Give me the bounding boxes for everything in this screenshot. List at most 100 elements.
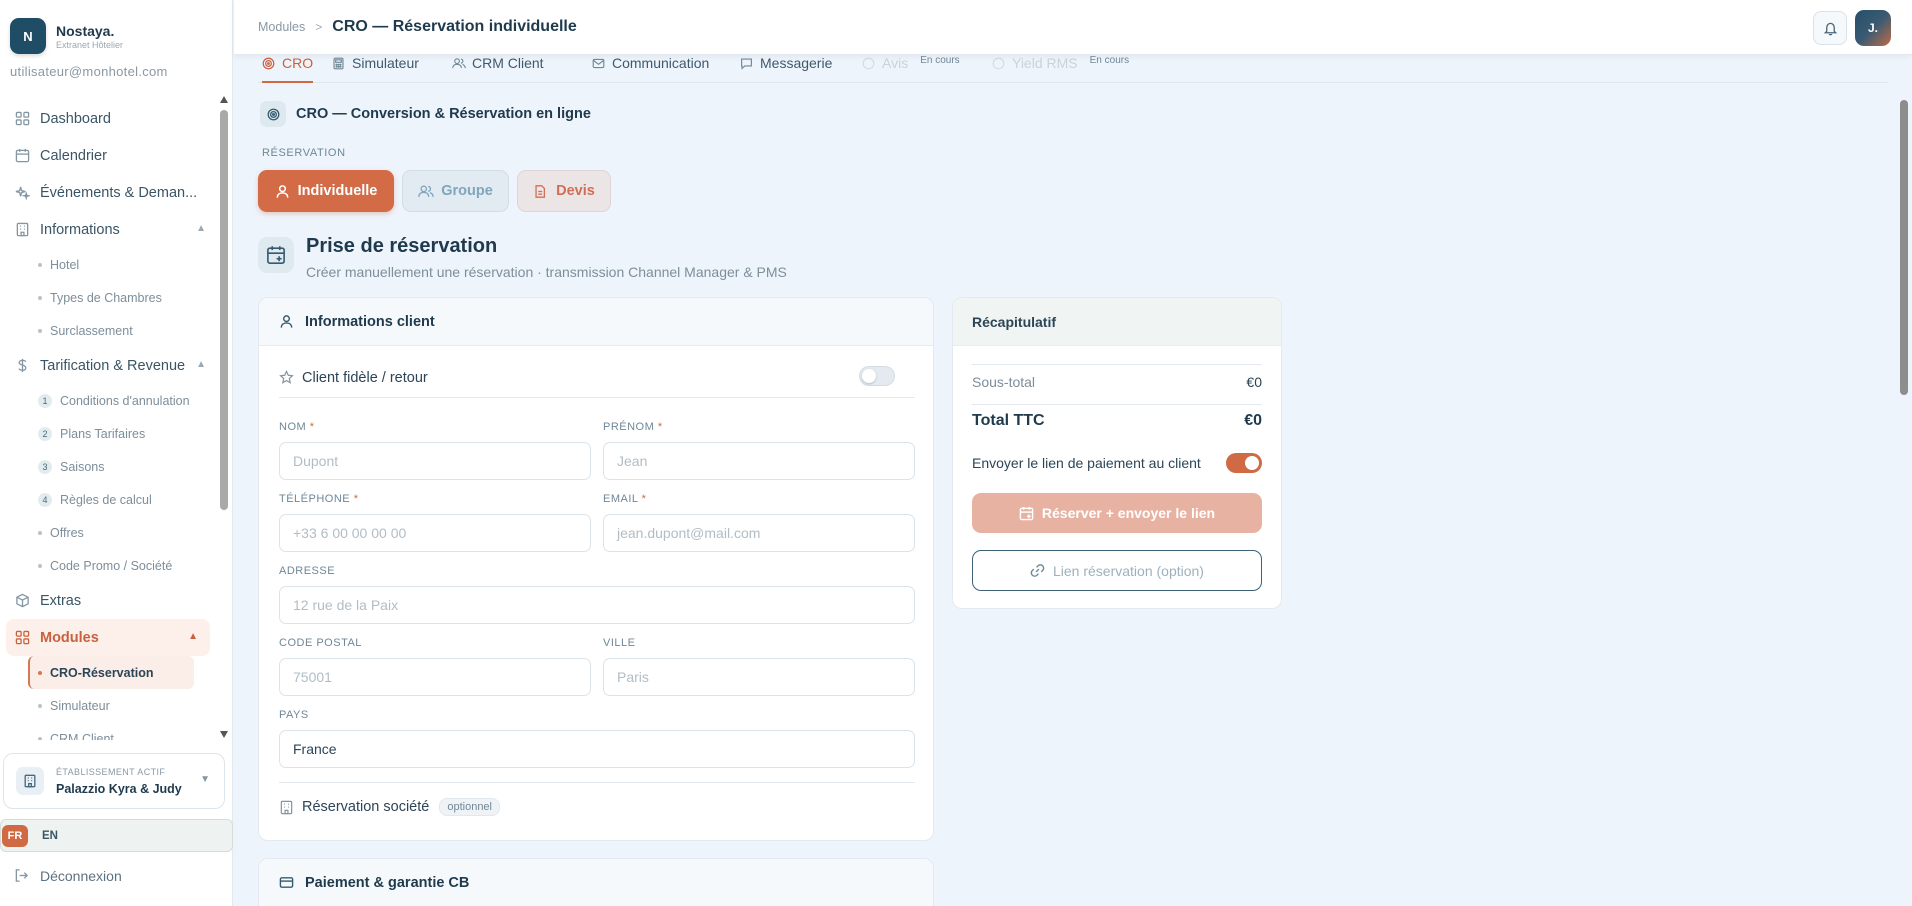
sidebar-subitem-simulateur[interactable]: Simulateur [0, 689, 218, 722]
tab-messagerie[interactable]: Messagerie [740, 55, 832, 83]
nom-input[interactable]: Dupont [279, 442, 591, 480]
logout-button[interactable]: Déconnexion [14, 868, 122, 884]
sidebar-subitem-code-promo[interactable]: Code Promo / Société [0, 549, 218, 582]
sidebar-item-dashboard[interactable]: Dashboard [0, 100, 218, 137]
language-fr-button[interactable]: FR [2, 824, 28, 847]
reservation-societe-row[interactable]: Réservation société optionnel [279, 798, 500, 816]
tab-label: Communication [612, 55, 710, 71]
sidebar-item-informations[interactable]: Informations ▲ [0, 211, 218, 248]
summary-card: Récapitulatif Sous-total €0 Total TTC €0… [952, 297, 1282, 609]
chevron-up-icon: ▲ [196, 359, 206, 370]
button-label: Devis [556, 183, 595, 199]
reservation-link-button[interactable]: Lien réservation (option) [972, 550, 1262, 591]
star-icon [862, 57, 876, 71]
user-avatar[interactable]: J. [1855, 10, 1891, 46]
send-link-row: Envoyer le lien de paiement au client [972, 453, 1262, 473]
reserve-send-link-button[interactable]: Réserver + envoyer le lien [972, 493, 1262, 533]
sidebar-subitem-label: Règles de calcul [60, 492, 152, 507]
sidebar-item-label: Tarification & Revenue [40, 357, 186, 374]
page-title: Prise de réservation [306, 235, 498, 257]
nom-label-text: NOM [279, 421, 307, 433]
payment-card: Paiement & garantie CB [258, 858, 934, 906]
brand-subtitle: Extranet Hôtelier [56, 39, 124, 50]
scroll-up-arrow-icon[interactable] [220, 96, 228, 103]
sidebar-item-label: Extras [40, 592, 82, 609]
tab-cro[interactable]: CRO [262, 55, 314, 83]
chat-icon [740, 57, 754, 71]
pays-label: PAYS [279, 709, 309, 721]
scroll-down-arrow-icon[interactable] [220, 731, 228, 738]
prenom-input[interactable]: Jean [603, 442, 915, 480]
reservation-devis-button[interactable]: Devis [517, 170, 611, 212]
main-scrollbar-thumb[interactable] [1900, 100, 1908, 395]
user-icon [275, 184, 290, 199]
client-fidele-toggle[interactable] [859, 366, 895, 386]
language-switcher: FR EN [0, 819, 233, 852]
button-label: Groupe [441, 183, 493, 199]
tab-label: Avis [882, 55, 909, 71]
telephone-label-text: TÉLÉPHONE [279, 493, 351, 505]
sidebar-subitem-crm-client[interactable]: CRM Client [0, 722, 218, 740]
sidebar-subitem-label: Surclassement [50, 323, 133, 338]
button-label: Individuelle [297, 183, 378, 199]
required-marker: * [641, 493, 647, 505]
notifications-button[interactable] [1813, 11, 1847, 45]
sidebar-subitem-label: Code Promo / Société [50, 558, 173, 573]
adresse-input[interactable]: 12 rue de la Paix [279, 586, 915, 624]
sidebar-subitem-types-chambres[interactable]: Types de Chambres [0, 281, 218, 314]
sidebar-subitem-saisons[interactable]: 3 Saisons [0, 450, 218, 483]
box-icon [14, 593, 30, 609]
users-icon [452, 57, 466, 71]
brand[interactable]: N Nostaya. Extranet Hôtelier [10, 18, 123, 54]
module-tabs: CRO Simulateur CRM Client Communication … [258, 55, 1888, 83]
sidebar-scrollbar[interactable] [219, 96, 229, 738]
reservation-individuelle-button[interactable]: Individuelle [258, 170, 394, 212]
user-email: utilisateur@monhotel.com [10, 64, 168, 79]
sidebar-item-tarification[interactable]: Tarification & Revenue ▲ [0, 347, 218, 384]
building-icon [14, 222, 30, 238]
breadcrumb-parent[interactable]: Modules [258, 20, 305, 34]
summary-title: Récapitulatif [972, 313, 1057, 330]
summary-divider [972, 404, 1262, 405]
language-en-button[interactable]: EN [42, 830, 58, 842]
sidebar-item-modules[interactable]: Modules ▲ [6, 619, 210, 656]
code-postal-label: CODE POSTAL [279, 637, 362, 649]
ville-input[interactable]: Paris [603, 658, 915, 696]
bell-icon [1823, 21, 1838, 36]
pays-input[interactable]: France [279, 730, 915, 768]
tab-crm-client[interactable]: CRM Client [452, 55, 544, 83]
sidebar-subitem-hotel[interactable]: Hotel [0, 248, 218, 281]
telephone-input[interactable]: +33 6 00 00 00 00 [279, 514, 591, 552]
sidebar-subitem-offres[interactable]: Offres [0, 516, 218, 549]
sidebar-subitem-cro-reservation[interactable]: CRO-Réservation [28, 656, 194, 689]
tab-status-badge: En cours [1089, 55, 1130, 66]
sidebar-subitem-regles[interactable]: 4 Règles de calcul [0, 483, 218, 516]
send-link-toggle[interactable] [1226, 453, 1262, 473]
email-input[interactable]: jean.dupont@mail.com [603, 514, 915, 552]
sidebar-subitem-surclassement[interactable]: Surclassement [0, 314, 218, 347]
mail-icon [592, 57, 606, 71]
sparkle-icon [14, 185, 30, 201]
code-postal-input[interactable]: 75001 [279, 658, 591, 696]
establishment-selector[interactable]: ÉTABLISSEMENT ACTIF Palazzio Kyra & Judy… [3, 753, 225, 809]
tab-label: Messagerie [760, 55, 833, 71]
subtotal-value: €0 [1246, 374, 1262, 390]
tab-simulateur[interactable]: Simulateur [332, 55, 419, 83]
summary-header: Récapitulatif [953, 298, 1281, 346]
sidebar-item-extras[interactable]: Extras [0, 582, 218, 619]
sidebar-subitem-conditions[interactable]: 1 Conditions d'annulation [0, 384, 218, 417]
total-ttc-value: €0 [1244, 412, 1262, 429]
sidebar-item-label: Événements & Deman... [40, 184, 198, 201]
tab-communication[interactable]: Communication [592, 55, 709, 83]
users-icon [418, 184, 434, 199]
tab-label: CRM Client [472, 55, 544, 71]
logout-icon [14, 868, 30, 884]
sidebar-subitem-plans[interactable]: 2 Plans Tarifaires [0, 417, 218, 450]
target-icon [260, 101, 286, 127]
sidebar-item-calendrier[interactable]: Calendrier [0, 137, 218, 174]
sidebar-scroll-thumb[interactable] [220, 110, 228, 510]
sidebar-item-evenements[interactable]: Événements & Deman... [0, 174, 218, 211]
sidebar-nav: Dashboard Calendrier Événements & Deman.… [0, 100, 218, 740]
email-label-text: EMAIL [603, 493, 639, 505]
reservation-groupe-button[interactable]: Groupe [402, 170, 509, 212]
